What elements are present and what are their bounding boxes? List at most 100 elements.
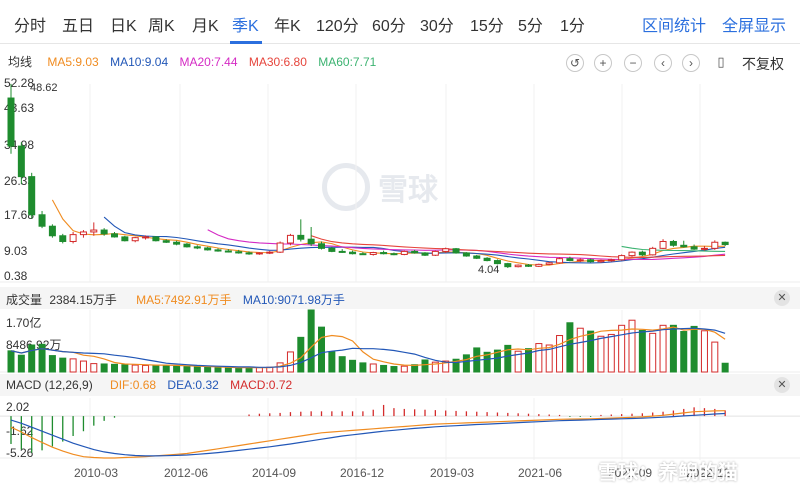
candle-body: [131, 237, 139, 242]
volume-bar: [193, 366, 201, 373]
volume-bar: [255, 367, 263, 373]
candle-body: [649, 247, 657, 256]
candle-body: [690, 246, 698, 250]
volume-bar: [328, 351, 336, 373]
candle-body: [638, 251, 646, 256]
candle-body: [224, 250, 232, 253]
candle-body: [100, 229, 108, 235]
volume-bar: [649, 332, 657, 373]
candle-body: [173, 241, 181, 245]
candle-body: [307, 238, 315, 245]
candle-body: [69, 234, 77, 242]
candle-body: [711, 241, 719, 249]
volume-bar: [369, 363, 377, 373]
volume-bar: [566, 322, 574, 373]
volume-bar: [17, 354, 25, 373]
volume-bar: [111, 363, 118, 373]
candle-body: [473, 255, 481, 259]
candle-body: [235, 251, 243, 254]
volume-bar: [421, 359, 429, 373]
candle-body: [545, 262, 553, 265]
candle-body: [245, 252, 253, 255]
candle-body: [369, 252, 377, 255]
volume-bar: [349, 359, 357, 373]
volume-bar: [400, 365, 408, 373]
kline-chart[interactable]: [0, 0, 800, 492]
candle-body: [669, 240, 677, 246]
volume-bar: [204, 366, 212, 373]
candle-body: [121, 236, 129, 242]
candle-body: [431, 250, 439, 256]
candle-body: [576, 259, 584, 262]
volume-bar: [90, 363, 98, 373]
candle-body: [214, 249, 222, 252]
candle-body: [162, 240, 170, 243]
candle-body: [111, 233, 118, 238]
volume-bar: [59, 357, 67, 373]
candle-body: [700, 247, 708, 250]
candle-body: [493, 260, 501, 265]
candle-body: [607, 259, 615, 262]
macd-dea-line: [10, 412, 726, 457]
candle-body: [680, 244, 688, 248]
volume-bar: [121, 364, 129, 373]
volume-bar: [214, 367, 222, 373]
candle-body: [462, 252, 470, 257]
volume-bar: [359, 362, 367, 373]
candle-body: [628, 251, 636, 257]
candle-body: [597, 260, 605, 263]
candle-body: [514, 264, 522, 268]
volume-bar: [618, 324, 626, 373]
candle-body: [349, 251, 357, 255]
candle-body: [380, 252, 388, 255]
candle-body: [297, 234, 305, 240]
volume-bar: [659, 324, 667, 373]
candle-body: [659, 240, 667, 249]
candle-body: [276, 242, 284, 253]
volume-ma5-line: [10, 326, 726, 369]
volume-bar: [597, 335, 605, 373]
candle-body: [400, 250, 408, 255]
candle-body: [286, 234, 294, 244]
volume-bar: [28, 344, 36, 373]
volume-bar: [235, 367, 243, 373]
volume-bar: [607, 333, 615, 373]
candle-body: [587, 259, 595, 263]
volume-bar: [142, 364, 150, 373]
volume-bar: [7, 350, 15, 373]
candle-body: [452, 248, 460, 254]
volume-bar: [79, 360, 87, 373]
candle-body: [359, 253, 367, 256]
volume-bar: [576, 327, 584, 373]
candle-body: [338, 250, 346, 253]
candle-body: [421, 252, 429, 256]
volume-bar: [131, 364, 139, 373]
candle-body: [721, 241, 729, 246]
candle-body: [390, 253, 398, 256]
volume-bar: [390, 366, 398, 373]
volume-bar: [711, 341, 719, 373]
volume-bar: [338, 356, 346, 373]
candle-body: [535, 263, 543, 267]
volume-bar: [628, 319, 636, 373]
candle-body: [28, 176, 36, 216]
candle-body: [328, 247, 336, 252]
volume-bar: [162, 364, 170, 373]
volume-bar: [183, 366, 191, 373]
volume-bar: [690, 325, 698, 373]
volume-bar: [297, 336, 305, 373]
candle-body: [38, 214, 46, 227]
volume-bar: [700, 330, 708, 373]
candle-body: [204, 247, 212, 251]
candle-body: [556, 258, 564, 264]
volume-bar: [69, 358, 77, 373]
candle-body: [79, 231, 87, 236]
candle-body: [483, 257, 491, 262]
volume-bar: [380, 364, 388, 373]
candle-body: [525, 264, 532, 267]
candle-body: [318, 243, 325, 249]
volume-bar: [173, 365, 181, 373]
candle-body: [193, 246, 201, 249]
candle-body: [266, 251, 274, 254]
volume-ma10-line: [10, 327, 726, 368]
